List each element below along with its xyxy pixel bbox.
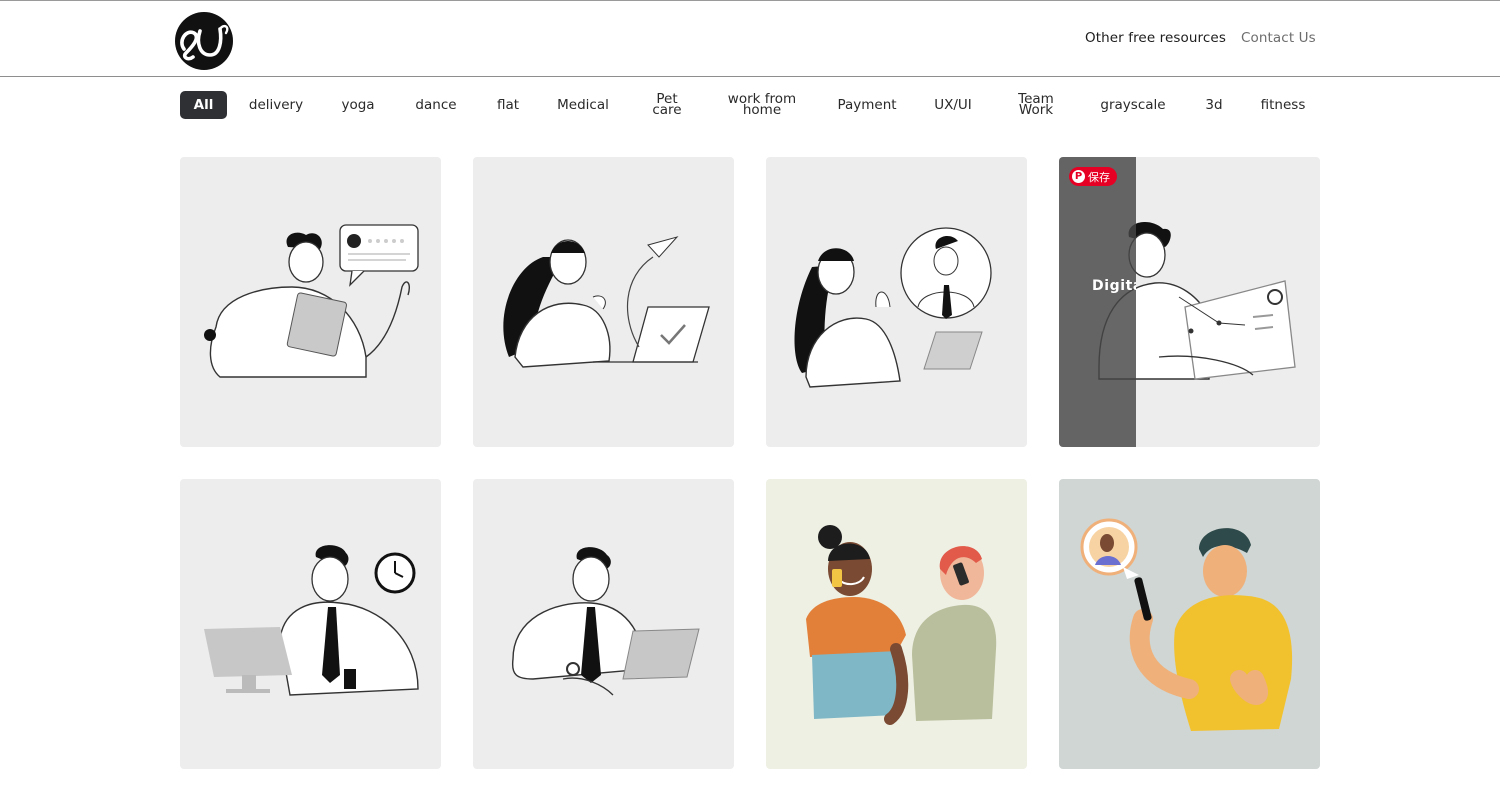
- filter-team-work[interactable]: Team Work: [1010, 91, 1062, 119]
- filter-yoga[interactable]: yoga: [336, 91, 380, 119]
- site-logo[interactable]: [174, 11, 234, 71]
- filter-ux-ui[interactable]: UX/UI: [932, 91, 974, 119]
- illustration-card[interactable]: [766, 479, 1027, 769]
- filter-flat[interactable]: flat: [492, 91, 524, 119]
- illustration-card[interactable]: [1059, 479, 1320, 769]
- two-people-phone-call-illustration: [806, 525, 997, 725]
- filter-pet-care[interactable]: Pet care: [643, 91, 691, 119]
- illustration-card[interactable]: [180, 157, 441, 447]
- illustration-card[interactable]: [180, 479, 441, 769]
- pinterest-icon: P: [1072, 170, 1085, 183]
- illustration-card[interactable]: [473, 479, 734, 769]
- pinterest-save-button[interactable]: P 保存: [1069, 167, 1117, 186]
- save-label: 保存: [1088, 170, 1110, 184]
- woman-video-call-illustration: [794, 227, 992, 388]
- man-desk-clock-illustration: [204, 545, 419, 696]
- filter-work-from-home[interactable]: work from home: [724, 91, 800, 119]
- illustration-card[interactable]: [473, 157, 734, 447]
- hover-overlay: Digital: [1059, 157, 1136, 447]
- man-tablet-feedback-illustration: [204, 224, 419, 378]
- site-header: Other free resources Contact Us: [0, 1, 1500, 77]
- illustration-card[interactable]: [766, 157, 1027, 447]
- category-filter-bar: All delivery yoga dance flat Medical Pet…: [0, 77, 1500, 132]
- filter-delivery[interactable]: delivery: [245, 91, 307, 119]
- woman-laptop-paper-plane-illustration: [503, 236, 710, 368]
- filter-dance[interactable]: dance: [410, 91, 462, 119]
- nav-contact-us[interactable]: Contact Us: [1241, 30, 1316, 46]
- filter-grayscale[interactable]: grayscale: [1096, 91, 1170, 119]
- man-phone-chat-illustration: [1080, 518, 1293, 731]
- filter-payment[interactable]: Payment: [832, 91, 902, 119]
- illustration-card-hovered[interactable]: Digital P 保存: [1059, 157, 1320, 447]
- filter-medical[interactable]: Medical: [552, 91, 614, 119]
- nav-other-free-resources[interactable]: Other free resources: [1085, 30, 1226, 46]
- card-hover-title: Digital: [1092, 278, 1136, 294]
- filter-3d[interactable]: 3d: [1200, 91, 1228, 119]
- filter-all[interactable]: All: [180, 91, 227, 119]
- filter-fitness[interactable]: fitness: [1256, 91, 1310, 119]
- man-laptop-tie-illustration: [511, 547, 700, 696]
